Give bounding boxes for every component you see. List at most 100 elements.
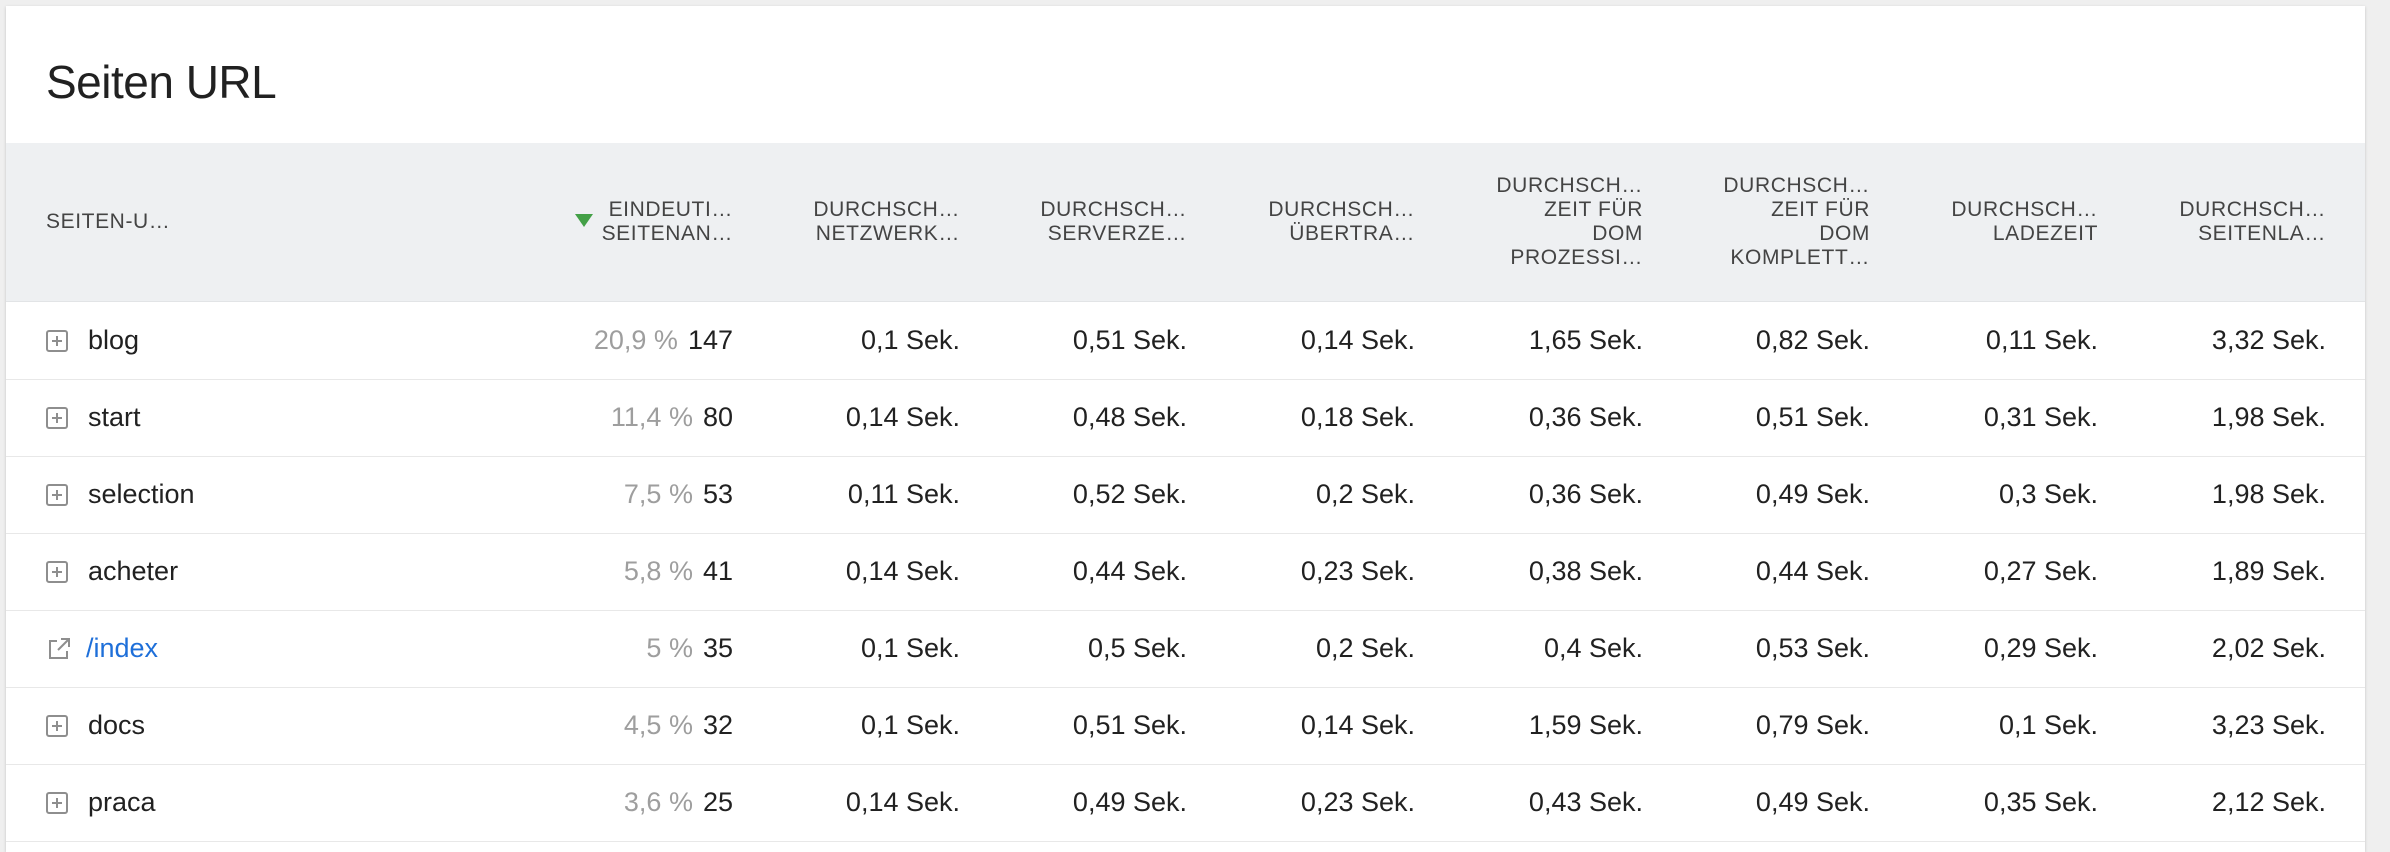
column-header-5[interactable]: DURCHSCH… ZEIT FÜR DOM PROZESSI… — [1428, 143, 1643, 301]
metric-cell: 0,43 Sek. — [1528, 787, 1643, 817]
column-header-text: DURCHSCH… — [813, 198, 960, 221]
expand-icon[interactable] — [46, 791, 68, 814]
sort-desc-icon — [574, 213, 593, 227]
count-value: 147 — [687, 325, 733, 355]
count-value: 41 — [702, 556, 733, 586]
percentage-value: 5 % — [646, 633, 693, 663]
table-row[interactable]: blog 20,9 % 147 0,1 Sek. 0,51 Sek. 0,14 Sek. 1… — [6, 302, 2365, 380]
row-label-cell: /index — [46, 610, 516, 687]
metric-cell: 0,2 Sek. — [1315, 479, 1415, 509]
metric-cell: 0,49 Sek. — [1072, 787, 1187, 817]
column-header-text: DURCHSCH… — [1268, 198, 1415, 221]
unique-pageviews-cell: 5 % 35 — [473, 610, 733, 687]
table-row[interactable]: acheter 5,8 % 41 0,14 Sek. 0,44 Sek. 0,23 Sek… — [6, 533, 2365, 611]
column-header-1[interactable]: EINDEUTI… SEITENAN… — [518, 143, 733, 301]
metric-cell: 0,36 Sek. — [1528, 479, 1643, 509]
column-header-text: SEITENLA… — [2198, 222, 2326, 245]
column-header-4[interactable]: DURCHSCH… ÜBERTRA… — [1200, 143, 1415, 301]
table-row[interactable]: praca 3,6 % 25 0,14 Sek. 0,49 Sek. 0,23 Sek. 0… — [6, 764, 2365, 842]
report-title: Seiten URL — [46, 56, 277, 108]
metric-cell: 0,1 Sek. — [860, 633, 960, 663]
metric-cell: 0,44 Sek. — [1755, 556, 1870, 586]
row-label-cell: blog — [46, 302, 516, 379]
row-label: docs — [88, 710, 146, 740]
unique-pageviews-cell: 3,6 % 25 — [473, 764, 733, 841]
metric-cell: 0,14 Sek. — [1300, 325, 1415, 355]
expand-icon[interactable] — [46, 406, 68, 429]
table-row[interactable]: /index 5 % 35 0,1 Sek. 0,5 Sek. 0,2 Sek. 0,4 S… — [6, 610, 2365, 688]
metric-cell: 0,2 Sek. — [1315, 633, 1415, 663]
percentage-value: 20,9 % — [593, 325, 678, 355]
count-value: 53 — [702, 479, 733, 509]
column-header-3[interactable]: DURCHSCH… SERVERZE… — [972, 143, 1187, 301]
metric-cell: 0,82 Sek. — [1755, 325, 1870, 355]
metric-cell: 1,65 Sek. — [1528, 325, 1643, 355]
metric-cell: 0,23 Sek. — [1300, 556, 1415, 586]
report-card: Seiten URL SEITEN-U… EINDEUTI… SEITENAN… DU… — [6, 6, 2365, 852]
row-label-cell: praca — [46, 764, 516, 841]
count-value: 25 — [702, 787, 733, 817]
row-label: acheter — [88, 556, 179, 586]
expand-icon[interactable] — [46, 483, 68, 506]
column-header-text: DURCHSCH… — [2179, 198, 2326, 221]
column-header-text: DURCHSCH… — [1723, 174, 1870, 197]
column-header-text: DURCHSCH… — [1496, 174, 1643, 197]
metric-cell: 0,49 Sek. — [1755, 479, 1870, 509]
metric-cell: 0,29 Sek. — [1983, 633, 2098, 663]
metric-cell: 0,27 Sek. — [1983, 556, 2098, 586]
count-value: 35 — [702, 633, 733, 663]
column-header-text: KOMPLETT… — [1730, 246, 1870, 269]
row-label-cell: selection — [46, 456, 516, 533]
column-header-text: NETZWERK… — [815, 222, 960, 245]
row-label-cell: docs — [46, 687, 516, 764]
metric-cell: 0,14 Sek. — [845, 556, 960, 586]
expand-icon[interactable] — [46, 714, 68, 737]
column-header-text: SEITEN-U… — [46, 210, 171, 233]
table-header: SEITEN-U… EINDEUTI… SEITENAN… DURCHSCH… NETZ… — [6, 143, 2365, 302]
metric-cell: 0,52 Sek. — [1072, 479, 1187, 509]
external-link-icon[interactable] — [46, 636, 72, 662]
metric-cell: 0,31 Sek. — [1983, 402, 2098, 432]
column-header-text: ÜBERTRA… — [1289, 222, 1415, 245]
metric-cell: 0,11 Sek. — [1985, 325, 2098, 355]
column-header-text: SEITENAN… — [601, 222, 733, 245]
column-header-text: SERVERZE… — [1047, 222, 1187, 245]
metric-cell: 0,79 Sek. — [1755, 710, 1870, 740]
percentage-value: 7,5 % — [623, 479, 693, 509]
metric-cell: 3,23 Sek. — [2211, 710, 2326, 740]
metric-cell: 2,02 Sek. — [2211, 633, 2326, 663]
metric-cell: 0,14 Sek. — [845, 787, 960, 817]
row-label: selection — [88, 479, 195, 509]
column-header-6[interactable]: DURCHSCH… ZEIT FÜR DOM KOMPLETT… — [1655, 143, 1870, 301]
metric-cell: 0,35 Sek. — [1983, 787, 2098, 817]
table-row[interactable]: start 11,4 % 80 0,14 Sek. 0,48 Sek. 0,18 Sek.… — [6, 379, 2365, 457]
expand-icon[interactable] — [46, 560, 68, 583]
metric-cell: 0,51 Sek. — [1072, 710, 1187, 740]
unique-pageviews-cell: 20,9 % 147 — [473, 302, 733, 379]
table-row[interactable]: selection 7,5 % 53 0,11 Sek. 0,52 Sek. 0,2 Se… — [6, 456, 2365, 534]
expand-icon[interactable] — [46, 329, 68, 352]
row-label[interactable]: /index — [86, 633, 158, 664]
column-header-text: DOM — [1592, 222, 1643, 245]
column-header-text: EINDEUTI… — [608, 198, 733, 221]
column-header-2[interactable]: DURCHSCH… NETZWERK… — [745, 143, 960, 301]
row-label: blog — [88, 325, 140, 355]
column-header-7[interactable]: DURCHSCH… LADEZEIT — [1883, 143, 2098, 301]
column-header-0[interactable]: SEITEN-U… — [46, 143, 446, 301]
row-label: praca — [88, 787, 156, 817]
metric-cell: 0,5 Sek. — [1087, 633, 1187, 663]
metric-cell: 0,14 Sek. — [845, 402, 960, 432]
column-header-text: LADEZEIT — [1992, 222, 2098, 245]
metric-cell: 0,4 Sek. — [1543, 633, 1643, 663]
unique-pageviews-cell: 7,5 % 53 — [473, 456, 733, 533]
column-header-text: ZEIT FÜR — [1771, 198, 1870, 221]
metric-cell: 0,51 Sek. — [1072, 325, 1187, 355]
metric-cell: 0,1 Sek. — [860, 710, 960, 740]
table-row[interactable]: docs 4,5 % 32 0,1 Sek. 0,51 Sek. 0,14 Sek. 1,5… — [6, 687, 2365, 765]
metric-cell: 1,98 Sek. — [2211, 402, 2326, 432]
metric-cell: 2,12 Sek. — [2211, 787, 2326, 817]
metric-cell: 0,1 Sek. — [860, 325, 960, 355]
metric-cell: 0,1 Sek. — [1998, 710, 2098, 740]
column-header-8[interactable]: DURCHSCH… SEITENLA… — [2111, 143, 2326, 301]
metric-cell: 1,59 Sek. — [1528, 710, 1643, 740]
